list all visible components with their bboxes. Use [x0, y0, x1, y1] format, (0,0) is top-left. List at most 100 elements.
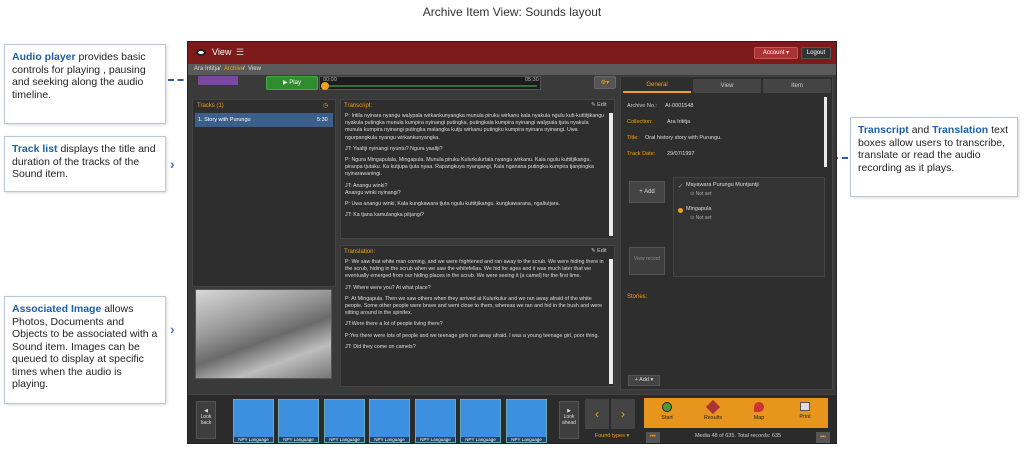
results-icon: [705, 399, 721, 415]
thumb-label: NPY Language: [325, 437, 364, 442]
add-person-button[interactable]: + Add: [629, 181, 665, 203]
look-ahead-button[interactable]: ▶ Look ahead: [559, 401, 579, 439]
translation-scrollbar[interactable]: [609, 259, 613, 384]
translation-text[interactable]: P: We saw that white man coming, and we …: [345, 259, 605, 384]
callout-translation-title: Translation: [932, 124, 989, 136]
transcript-edit-button[interactable]: ✎ Edit: [591, 102, 607, 108]
look-ahead-label: Look ahead: [562, 414, 576, 426]
time-end: 05:30: [525, 77, 539, 83]
results-button[interactable]: Results: [690, 398, 736, 428]
next-arrow-button[interactable]: ›: [611, 399, 635, 429]
map-label: Map: [753, 415, 765, 421]
look-back-label: Look back: [200, 414, 212, 426]
playhead-icon[interactable]: [321, 82, 329, 90]
person-name[interactable]: Mayawara Purungu Muntjantji: [686, 182, 759, 188]
play-button[interactable]: ▶ Play: [266, 76, 318, 90]
translation-line: JT: Where were you? At what place?: [345, 284, 431, 291]
transcript-scrollbar[interactable]: [609, 113, 613, 236]
media-thumbnail[interactable]: NPY Language: [369, 399, 410, 443]
audio-timeline[interactable]: 00:00 05:30: [319, 76, 541, 90]
translation-line: P:Yes there were lots of people and we t…: [345, 332, 599, 339]
field-value: 29/07/1997: [667, 151, 695, 157]
start-label: Start: [661, 415, 673, 421]
back-button[interactable]: [198, 76, 238, 85]
details-panel: General View Item Archive No.: AI-000154…: [620, 76, 833, 428]
media-thumbnail[interactable]: NPY Language: [324, 399, 365, 443]
page-title: Archive Item View: Sounds layout: [422, 5, 602, 19]
track-title: 1. Story with Purungu: [198, 117, 251, 123]
print-icon: [800, 402, 810, 411]
callout-and: and: [908, 124, 933, 136]
app-window: View ☰ Account ▾ Logout Ara Irititja / A…: [187, 41, 837, 444]
callout-associated-image: Associated Image allows Photos, Document…: [4, 296, 166, 404]
tab-general[interactable]: General: [623, 79, 691, 93]
translation-header: Translation:: [344, 249, 376, 255]
timeline-bar: [323, 85, 537, 87]
bottom-strip: ◀ Look back NPY Language NPY Language NPY…: [188, 394, 836, 443]
record-info: Media 48 of 635. Total records: 635: [694, 433, 782, 439]
breadcrumb-item-home[interactable]: Ara Irititja: [194, 66, 219, 72]
person-status: ⊙ Not set: [690, 191, 712, 197]
media-thumbnail[interactable]: NPY Language: [278, 399, 319, 443]
view-record-button[interactable]: View record: [629, 247, 665, 275]
translation-line: JT: Did they come on camels?: [345, 343, 416, 350]
callout-transcript: Transcript and Translation text boxes al…: [850, 117, 1018, 197]
transcript-line: P: Iritila nyinara nyangu walypala wirka…: [345, 113, 605, 141]
field-label: Collection:: [627, 119, 653, 125]
translation-line: P: At Mingapula. Then we saw others when…: [345, 295, 603, 317]
print-label: Print: [799, 414, 811, 420]
thumb-label: NPY Language: [416, 437, 455, 442]
transcript-line: P: Uwa anangu winki, Kala kungkawara tju…: [345, 201, 560, 208]
eye-icon: [196, 49, 206, 56]
last-record-button[interactable]: ⏭: [816, 432, 830, 443]
person-name[interactable]: Mingapula: [686, 206, 711, 212]
transcript-text[interactable]: P: Iritila nyinara nyangu walypala wirka…: [345, 113, 605, 236]
transcript-line: P: Ngura Mingapulala, Mingapula. Munula …: [345, 157, 594, 178]
person-status-text: Not set: [695, 191, 712, 197]
menu-icon[interactable]: ☰: [236, 47, 244, 58]
start-button[interactable]: Start: [644, 398, 690, 428]
tab-item[interactable]: Item: [763, 79, 831, 93]
view-title: View: [212, 47, 232, 57]
found-types-dropdown[interactable]: Found types ▾: [588, 433, 636, 443]
translation-edit-button[interactable]: ✎ Edit: [591, 248, 607, 254]
associated-image[interactable]: [195, 289, 332, 379]
media-thumbnail[interactable]: NPY Language: [415, 399, 456, 443]
breadcrumb-item-archive[interactable]: Archive: [224, 66, 244, 72]
settings-gear-button[interactable]: ⚙▾: [594, 76, 616, 89]
details-scrollbar[interactable]: [824, 97, 827, 167]
map-button[interactable]: Map: [736, 398, 782, 428]
print-button[interactable]: Print: [782, 398, 828, 428]
person-status-text: Not set: [695, 215, 712, 221]
thumb-label: NPY Language: [370, 437, 409, 442]
media-thumbnail[interactable]: NPY Language: [233, 399, 274, 443]
transcript-line: Anangu winki nyinangi?: [345, 189, 401, 196]
person-dot-icon: [678, 208, 683, 213]
track-duration: 5:30: [317, 117, 328, 123]
breadcrumb-separator: /: [219, 66, 221, 72]
account-button[interactable]: Account ▾: [754, 47, 798, 59]
stories-label: Stories:: [627, 294, 648, 300]
breadcrumb-item-view: View: [248, 66, 261, 72]
breadcrumb-separator: /: [243, 66, 245, 72]
field-label: Track Date:: [627, 151, 656, 157]
results-label: Results: [703, 415, 723, 421]
prev-arrow-button[interactable]: ‹: [585, 399, 609, 429]
logout-button[interactable]: Logout: [801, 47, 831, 59]
first-record-button[interactable]: ⏮: [646, 432, 660, 443]
add-menu-button[interactable]: + Add ▾: [628, 375, 660, 386]
callout-image-title: Associated Image: [12, 303, 102, 315]
transcript-panel: Transcript: ✎ Edit P: Iritila nyinara ny…: [340, 99, 615, 239]
field-label: Archive No.:: [627, 103, 657, 109]
track-row[interactable]: 1. Story with Purungu 5:30: [195, 113, 333, 127]
media-thumbnail[interactable]: NPY Language: [460, 399, 501, 443]
look-back-button[interactable]: ◀ Look back: [196, 401, 216, 439]
callout-track-list: Track list displays the title and durati…: [4, 136, 166, 192]
thumb-label: NPY Language: [234, 437, 273, 442]
field-label: Title:: [627, 135, 639, 141]
thumb-label: NPY Language: [461, 437, 500, 442]
media-thumbnail[interactable]: NPY Language: [506, 399, 547, 443]
clock-icon: ◷: [323, 103, 329, 109]
tab-view[interactable]: View: [693, 79, 761, 93]
thumb-label: NPY Language: [279, 437, 318, 442]
